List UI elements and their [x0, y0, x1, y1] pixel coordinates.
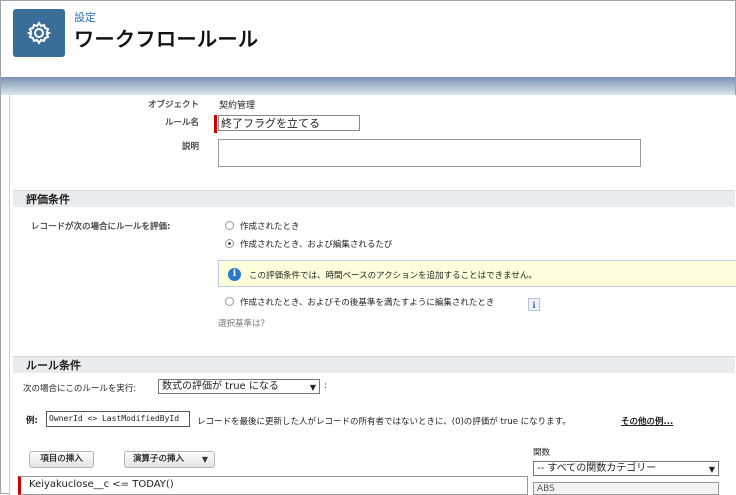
example-description: レコードを最後に更新した人がレコードの所有者ではないときに、(0)の評価が tr… [197, 417, 571, 427]
run-rule-select[interactable]: 数式の評価が true になる ▼ [158, 379, 320, 394]
radio-created-and-meets-criteria-label[interactable]: 作成されたとき、およびその後基準を満たすように編集されたとき [240, 296, 494, 308]
insert-field-button[interactable]: 項目の挿入 [29, 451, 94, 468]
more-examples-link[interactable]: その他の例... [621, 415, 673, 427]
rule-name-input[interactable]: 終了フラグを立てる [218, 115, 360, 131]
description-label: 説明 [181, 142, 199, 152]
function-item[interactable]: ABS [537, 484, 555, 494]
formula-text: Keiyakuclose__c <= TODAY() [29, 479, 174, 490]
run-rule-colon: : [324, 381, 328, 391]
run-rule-select-value: 数式の評価が true になる [162, 381, 279, 392]
description-textarea[interactable] [218, 139, 641, 167]
run-rule-label: 次の場合にこのルールを実行: [23, 384, 137, 394]
required-indicator [214, 115, 217, 133]
radio-created-and-meets-criteria[interactable] [225, 297, 234, 306]
help-info-button[interactable]: i [528, 298, 540, 311]
radio-created-and-edited-label[interactable]: 作成されたとき、および編集されるたび [240, 238, 392, 250]
chevron-down-icon: ▼ [309, 383, 316, 392]
evaluate-prompt: レコードが次の場合にルールを評価: [31, 222, 171, 232]
insert-operator-label: 演算子の挿入 [133, 454, 185, 464]
example-label: 例: [26, 416, 38, 426]
criteria-help-link[interactable]: 選択基準は？ [218, 317, 269, 329]
setup-icon-tile [13, 9, 65, 57]
insert-operator-button[interactable]: 演算子の挿入 ▼ [124, 451, 215, 468]
info-message: i この評価条件では、時間ベースのアクションを追加することはできません。 [218, 260, 736, 287]
radio-created-label[interactable]: 作成されたとき [240, 220, 300, 232]
page-header: 設定 ワークフロールール [1, 1, 735, 77]
functions-category-value: -- すべての関数カテゴリー [537, 463, 657, 474]
radio-created[interactable] [225, 221, 234, 230]
functions-list[interactable]: ABS [533, 482, 719, 495]
example-formula: OwnerId <> LastModifiedById [46, 411, 190, 427]
rule-criteria-section-header: ルール条件 [13, 356, 735, 373]
evaluation-section-header: 評価条件 [13, 190, 735, 207]
page-title: ワークフロールール [74, 27, 259, 51]
formula-editor[interactable]: Keiyakuclose__c <= TODAY() [18, 476, 528, 495]
header-divider [1, 77, 735, 95]
info-text: この評価条件では、時間ベースのアクションを追加することはできません。 [249, 271, 537, 281]
chevron-down-icon: ▼ [708, 465, 715, 474]
functions-category-select[interactable]: -- すべての関数カテゴリー ▼ [533, 461, 719, 476]
info-icon: i [228, 268, 241, 281]
radio-created-and-edited[interactable] [225, 239, 234, 248]
object-label: オブジェクト [147, 100, 199, 110]
gear-icon [26, 21, 52, 45]
chevron-down-icon: ▼ [201, 455, 208, 464]
object-value: 契約管理 [219, 101, 256, 111]
rule-name-label: ルール名 [164, 118, 199, 128]
functions-label: 関数 [533, 448, 551, 458]
